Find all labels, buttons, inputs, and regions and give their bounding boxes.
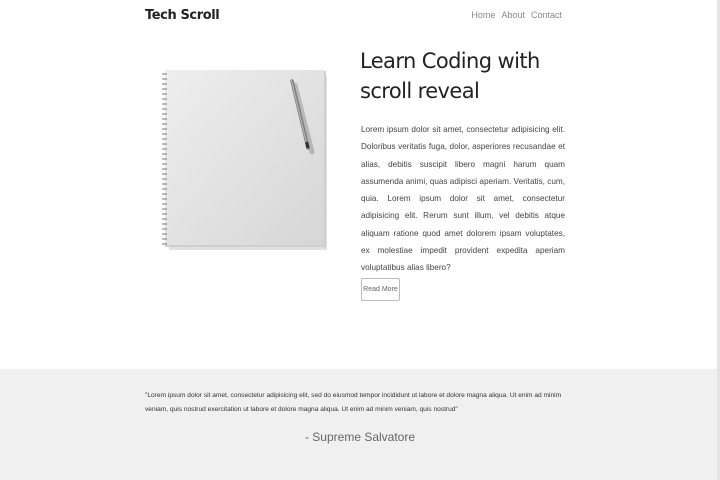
- notebook-image: [162, 70, 329, 252]
- hero-title: Learn Coding with scroll reveal: [360, 49, 540, 103]
- quote-section: "Lorem ipsum dolor sit amet, consectetur…: [0, 369, 720, 480]
- read-more-button[interactable]: Read More: [361, 278, 400, 301]
- brand-logo[interactable]: Tech Scroll: [145, 8, 220, 23]
- hero-paragraph: Lorem ipsum dolor sit amet, consectetur …: [361, 125, 565, 273]
- quote-text: "Lorem ipsum dolor sit amet, consectetur…: [145, 392, 562, 413]
- nav-link-home[interactable]: Home: [471, 10, 495, 20]
- quote-author: - Supreme Salvatore: [304, 430, 416, 444]
- nav-link-about[interactable]: About: [501, 10, 525, 20]
- navbar: Tech Scroll Home About Contact: [0, 0, 720, 32]
- nav-links: Home About Contact: [471, 10, 562, 20]
- nav-link-contact[interactable]: Contact: [531, 10, 562, 20]
